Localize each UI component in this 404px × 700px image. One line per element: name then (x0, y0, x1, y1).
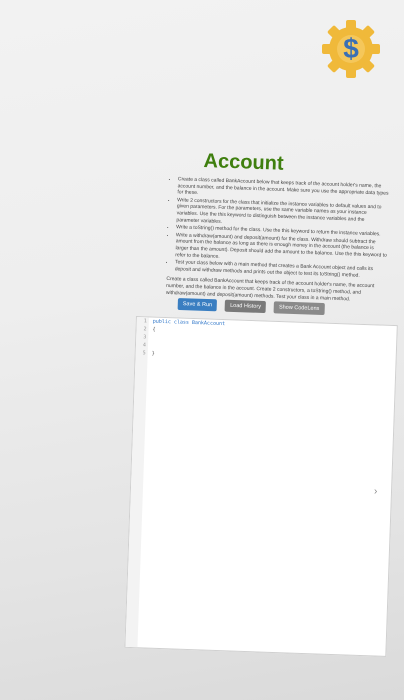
chevron-right-icon[interactable]: › (374, 486, 377, 497)
page-title: Account (203, 150, 284, 175)
save-run-button[interactable]: Save & Run (177, 298, 218, 312)
dollar-gear-logo-icon: $ (322, 20, 380, 78)
show-codelens-button[interactable]: Show CodeLens (273, 301, 325, 316)
code-editor[interactable]: 1 2 3 4 5 public class BankAccount { } (124, 316, 398, 657)
instructions: Create a class called BankAccount below … (166, 176, 390, 304)
instruction-list: Create a class called BankAccount below … (167, 176, 390, 280)
line-number: 5 (142, 350, 146, 357)
code-line[interactable]: } (152, 350, 224, 361)
code-lines[interactable]: public class BankAccount { } (152, 318, 226, 360)
svg-text:$: $ (343, 33, 359, 64)
load-history-button[interactable]: Load History (224, 299, 267, 314)
